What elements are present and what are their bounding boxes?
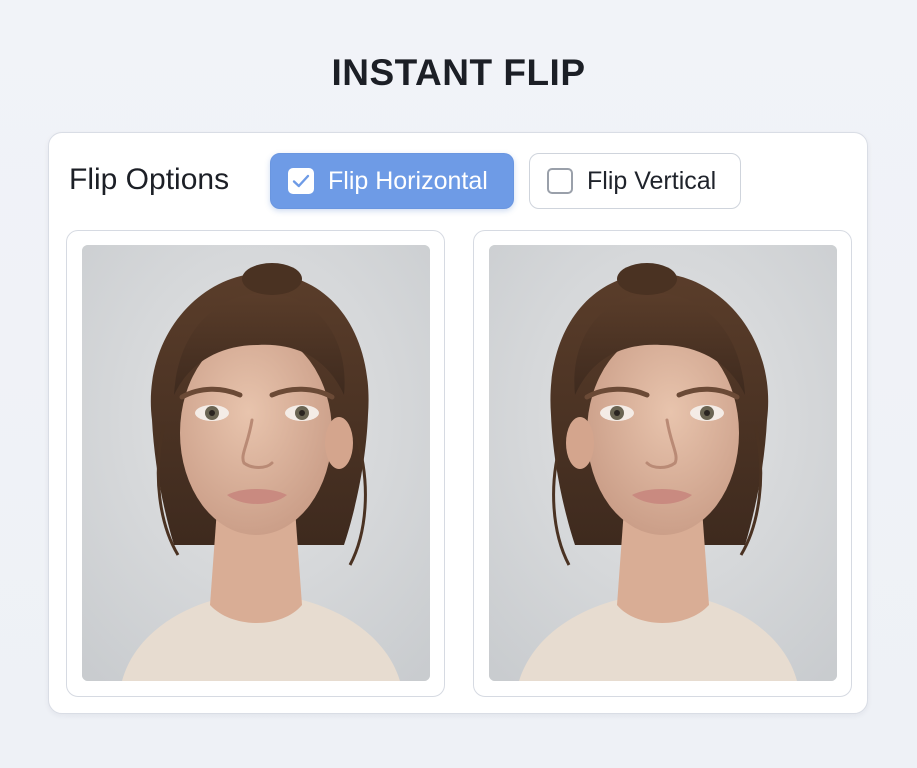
portrait-photo-flipped xyxy=(489,245,837,681)
flip-horizontal-checkbox[interactable] xyxy=(288,168,314,194)
original-portrait-image xyxy=(82,245,430,681)
flip-horizontal-toggle[interactable]: Flip Horizontal xyxy=(270,153,514,209)
flip-options-label: Flip Options xyxy=(69,163,230,196)
checkmark-icon xyxy=(292,174,310,188)
flip-panel: Flip Options Flip Horizontal Flip Vertic… xyxy=(48,132,868,714)
flip-vertical-label: Flip Vertical xyxy=(587,166,717,195)
flip-vertical-checkbox[interactable] xyxy=(547,168,573,194)
flip-vertical-toggle[interactable]: Flip Vertical xyxy=(529,153,741,209)
flipped-image-frame xyxy=(473,230,852,697)
page-title: INSTANT FLIP xyxy=(331,52,586,93)
original-image-frame xyxy=(66,230,445,697)
flipped-portrait-image xyxy=(489,245,837,681)
flip-horizontal-label: Flip Horizontal xyxy=(328,166,488,195)
portrait-photo xyxy=(82,245,430,681)
